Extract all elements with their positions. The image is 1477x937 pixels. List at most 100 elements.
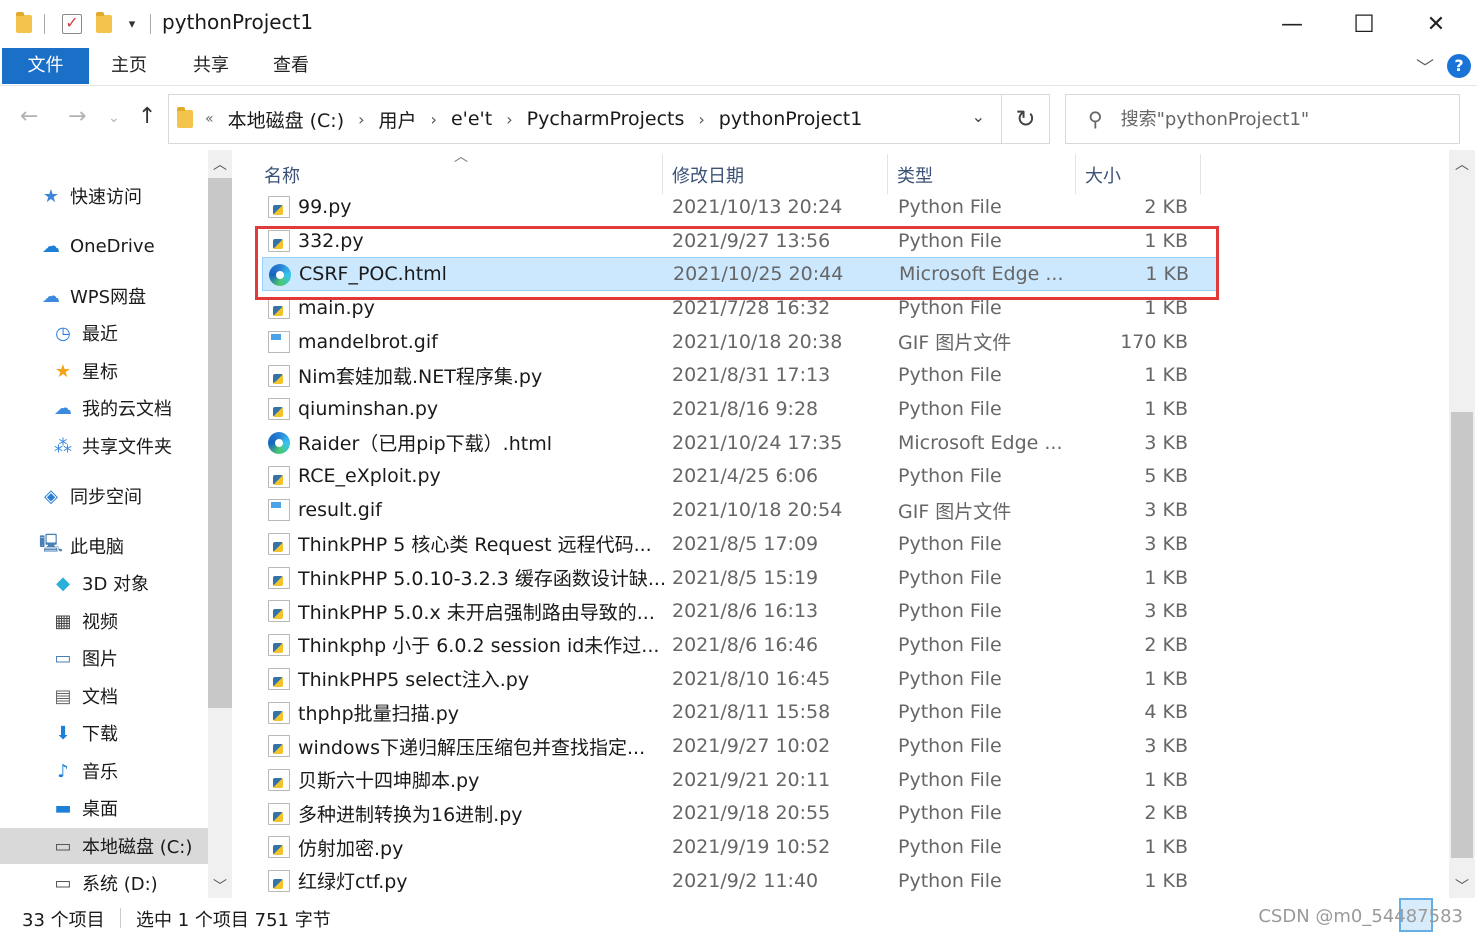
file-row[interactable]: thphp批量扫描.py 2021/8/11 15:58 Python File 4 … — [262, 696, 1218, 730]
sidebar-item-sync-space[interactable]: ◈ 同步空间 — [40, 478, 142, 514]
sidebar-item-starred[interactable]: ★ 星标 — [52, 353, 118, 389]
file-row[interactable]: 红绿灯ctf.py 2021/9/2 11:40 Python File 1 KB — [262, 864, 1218, 898]
address-bar[interactable]: « 本地磁盘 (C:) › 用户 › e'e't › PycharmProjec… — [168, 94, 1002, 144]
file-type: Python File — [898, 735, 1002, 758]
file-row[interactable]: RCE_eXploit.py 2021/4/25 6:06 Python File 5… — [262, 460, 1218, 494]
file-row[interactable]: windows下递归解压压缩包并查找指定... 2021/9/27 10:02 Py… — [262, 729, 1218, 763]
breadcrumb-user[interactable]: e'e't — [451, 108, 492, 130]
file-row[interactable]: 贝斯六十四坤脚本.py 2021/9/21 20:11 Python File 1 K… — [262, 763, 1218, 797]
sidebar-item-videos[interactable]: ▦ 视频 — [52, 603, 118, 639]
sidebar-item-wps-cloud[interactable]: ☁ WPS网盘 — [40, 278, 146, 314]
file-name: RCE_eXploit.py — [298, 465, 441, 488]
chevron-down-icon[interactable]: ﹀ — [208, 876, 232, 896]
file-row[interactable]: ThinkPHP5 select注入.py 2021/8/10 16:45 Pyth… — [262, 662, 1218, 696]
sidebar-item-documents[interactable]: ▤ 文档 — [52, 678, 118, 714]
column-divider[interactable] — [662, 154, 663, 194]
breadcrumb-users[interactable]: 用户 — [379, 106, 417, 133]
file-name: Nim套娃加载.NET程序集.py — [298, 365, 543, 388]
chevron-right-icon[interactable]: › — [506, 110, 512, 129]
tab-file[interactable]: 文件 — [2, 48, 89, 84]
chevron-down-icon[interactable]: ﹀ — [1450, 876, 1474, 896]
sidebar-item-onedrive[interactable]: ☁ OneDrive — [40, 228, 155, 264]
tab-view[interactable]: 查看 — [258, 48, 324, 84]
tab-share[interactable]: 共享 — [178, 48, 244, 84]
file-name: windows下递归解压压缩包并查找指定... — [298, 736, 646, 759]
breadcrumb-pycharmprojects[interactable]: PycharmProjects — [527, 108, 685, 130]
chevron-up-icon[interactable]: ︿ — [208, 154, 232, 174]
sidebar-item-this-pc[interactable]: 🖳 此电脑 — [39, 528, 124, 564]
column-divider[interactable] — [1200, 154, 1201, 194]
properties-icon[interactable]: ✓ — [60, 12, 84, 36]
chevron-down-icon[interactable]: ﹀ — [1416, 54, 1434, 80]
column-header-date[interactable]: 修改日期 — [672, 160, 744, 194]
sidebar-scrollbar-thumb[interactable] — [208, 178, 232, 708]
sidebar-item-label: OneDrive — [70, 235, 155, 257]
file-size: 3 KB — [1144, 499, 1188, 522]
file-row[interactable]: ThinkPHP 5.0.x 未开启强制路由导致的... 2021/8/6 16:… — [262, 594, 1218, 628]
sidebar-item-shared-folder[interactable]: ⁂ 共享文件夹 — [52, 428, 172, 464]
up-icon[interactable]: ↑ — [138, 104, 156, 129]
sidebar-item-cloud-docs[interactable]: ☁ 我的云文档 — [52, 390, 172, 426]
file-row[interactable]: Thinkphp 小于 6.0.2 session id未作过... 2021/8… — [262, 628, 1218, 662]
back-icon[interactable]: ← — [20, 104, 38, 129]
breadcrumb-pythonproject1[interactable]: pythonProject1 — [719, 108, 863, 130]
sidebar-item-music[interactable]: ♪ 音乐 — [52, 753, 118, 789]
column-header-name[interactable]: 名称 — [264, 160, 300, 194]
minimize-button[interactable]: — — [1256, 0, 1328, 48]
sidebar-item-downloads[interactable]: ⬇ 下载 — [52, 715, 118, 751]
column-divider[interactable] — [887, 154, 888, 194]
sidebar-item-3d-objects[interactable]: ◆ 3D 对象 — [52, 565, 149, 601]
sidebar-item-system-d[interactable]: ▭ 系统 (D:) — [52, 865, 157, 900]
file-size: 2 KB — [1144, 195, 1188, 218]
close-button[interactable]: ✕ — [1400, 0, 1472, 48]
file-row[interactable]: ThinkPHP 5.0.10-3.2.3 缓存函数设计缺... 2021/8/5… — [262, 561, 1218, 595]
tab-home[interactable]: 主页 — [96, 48, 162, 84]
help-icon[interactable]: ? — [1447, 54, 1471, 78]
sidebar-item-pictures[interactable]: ▭ 图片 — [52, 640, 118, 676]
file-date: 2021/8/6 16:13 — [672, 600, 819, 623]
search-input[interactable] — [1120, 108, 1441, 130]
sidebar-item-desktop[interactable]: ▬ 桌面 — [52, 790, 118, 826]
recent-locations-icon[interactable]: ⌄ — [108, 110, 120, 126]
python-file-icon — [268, 533, 290, 555]
new-folder-icon[interactable] — [94, 12, 114, 36]
search-box[interactable]: ⚲ — [1065, 94, 1460, 144]
file-row[interactable]: ThinkPHP 5 核心类 Request 远程代码... 2021/8/5 1… — [262, 527, 1218, 561]
chevron-right-icon[interactable]: › — [358, 110, 364, 129]
address-overflow[interactable]: « — [205, 111, 214, 127]
file-row[interactable]: Raider（已用pip下载）.html 2021/10/24 17:35 Micr… — [262, 426, 1218, 460]
file-list-scrollbar-thumb[interactable] — [1451, 412, 1473, 858]
file-row[interactable]: 99.py 2021/10/13 20:24 Python File 2 KB — [262, 190, 1218, 224]
file-row[interactable]: qiuminshan.py 2021/8/16 9:28 Python File 1 … — [262, 392, 1218, 426]
file-name: 红绿灯ctf.py — [298, 871, 408, 894]
chevron-down-icon[interactable]: ⌄ — [972, 107, 985, 126]
file-type: Python File — [898, 633, 1002, 656]
chevron-up-icon[interactable]: ︿ — [1450, 154, 1474, 174]
python-file-icon — [268, 566, 290, 589]
forward-icon[interactable]: → — [68, 104, 86, 129]
chevron-right-icon[interactable]: › — [431, 110, 437, 129]
python-file-icon — [268, 667, 290, 690]
sidebar-item-quick-access[interactable]: ★ 快速访问 — [40, 178, 142, 214]
file-type: Python File — [898, 364, 1002, 387]
maximize-button[interactable]: ☐ — [1328, 0, 1400, 48]
file-row[interactable]: result.gif 2021/10/18 20:54 GIF 图片文件 3 KB — [262, 493, 1218, 527]
sidebar-item-local-disk-c[interactable]: ▭ 本地磁盘 (C:) — [0, 828, 208, 864]
column-divider[interactable] — [1075, 154, 1076, 194]
sidebar-item-recent[interactable]: ◷ 最近 — [52, 315, 118, 351]
sidebar-scrollbar[interactable]: ︿ ﹀ — [208, 150, 232, 898]
file-row[interactable]: Nim套娃加载.NET程序集.py 2021/8/31 17:13 Python F… — [262, 359, 1218, 393]
breadcrumb-drive[interactable]: 本地磁盘 (C:) — [228, 106, 345, 133]
column-header-size[interactable]: 大小 — [1085, 160, 1121, 194]
sidebar-item-label: 快速访问 — [70, 187, 142, 208]
file-row[interactable]: 多种进制转换为16进制.py 2021/9/18 20:55 Python File… — [262, 797, 1218, 831]
customize-toolbar-icon[interactable]: ▾ — [122, 12, 142, 36]
file-row[interactable]: mandelbrot.gif 2021/10/18 20:38 GIF 图片文件 17… — [262, 325, 1218, 359]
file-row[interactable]: 仿射加密.py 2021/9/19 10:52 Python File 1 KB — [262, 830, 1218, 864]
refresh-button[interactable]: ↻ — [1002, 94, 1050, 144]
navigation-pane: ★ 快速访问 ☁ OneDrive ☁ WPS网盘 ◷ 最近 ★ 星标 ☁ 我的… — [0, 150, 208, 900]
chevron-right-icon[interactable]: › — [698, 110, 704, 129]
column-header-type[interactable]: 类型 — [897, 160, 933, 194]
computer-icon: 🖳 — [39, 533, 64, 554]
file-list-scrollbar[interactable]: ︿ ﹀ — [1449, 150, 1475, 898]
